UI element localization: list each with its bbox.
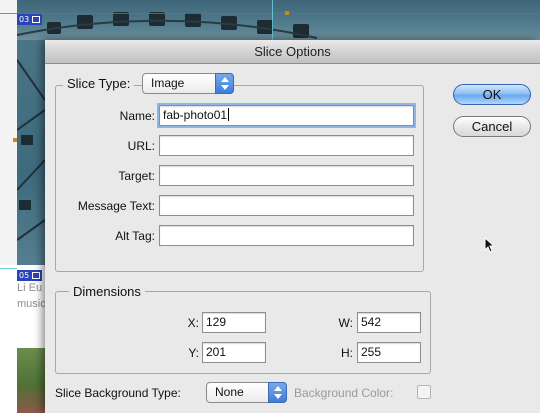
y-label: Y: (188, 346, 199, 360)
w-field[interactable]: 542 (357, 312, 421, 333)
name-field[interactable]: fab-photo01 (159, 105, 414, 126)
slice-handle[interactable] (13, 138, 17, 142)
canvas-margin (0, 0, 17, 265)
background-type-value: None (215, 385, 244, 399)
background-text-line: Li Eu (17, 282, 43, 294)
alt-tag-label: Alt Tag: (115, 229, 155, 243)
slice-number-tag[interactable]: 03 (17, 14, 43, 25)
slice-type-legend: Slice Type: (63, 76, 135, 91)
background-color-swatch[interactable] (417, 385, 431, 399)
slice-guide (272, 0, 273, 40)
h-field[interactable]: 255 (357, 342, 421, 363)
up-down-arrows-icon (268, 382, 287, 403)
y-value: 201 (206, 345, 227, 359)
background-text-line: music (17, 298, 45, 310)
slice-number-tag[interactable]: 05 (17, 270, 43, 281)
image-slice-icon (32, 272, 41, 279)
x-field[interactable]: 129 (202, 312, 266, 333)
slice-number: 05 (19, 271, 30, 280)
background-type-label: Slice Background Type: (55, 386, 181, 400)
y-field[interactable]: 201 (202, 342, 266, 363)
second-photo (17, 348, 45, 413)
image-slice-icon (32, 16, 41, 23)
slice-number: 03 (19, 15, 30, 24)
ferris-wheel-silhouette (16, 12, 318, 39)
dimensions-legend: Dimensions (69, 284, 145, 299)
slice-options-dialog: Slice Options Slice Type: Image Name: fa… (45, 40, 540, 413)
ferris-wheel-photo (16, 0, 540, 40)
text-caret (228, 108, 230, 121)
ferris-wheel-spokes (16, 59, 46, 241)
dialog-title: Slice Options (45, 40, 540, 64)
url-field[interactable] (159, 135, 414, 156)
slice-type-select[interactable]: Image (142, 73, 234, 94)
name-value: fab-photo01 (163, 108, 228, 122)
h-value: 255 (361, 345, 382, 359)
arrow-pointer-icon (484, 237, 494, 253)
ok-label: OK (482, 87, 502, 102)
photo-edge (16, 40, 46, 265)
slice-type-label: Slice Type: (67, 76, 131, 91)
alt-tag-field[interactable] (159, 225, 414, 246)
message-text-label: Message Text: (77, 199, 155, 213)
h-label: H: (341, 346, 353, 360)
cancel-label: Cancel (471, 119, 513, 134)
slice-guide (0, 268, 17, 269)
up-down-arrows-icon (215, 73, 234, 94)
message-text-field[interactable] (159, 195, 414, 216)
ok-button[interactable]: OK (453, 84, 531, 105)
x-value: 129 (206, 315, 227, 329)
background-color-label: Background Color: (294, 386, 394, 400)
cancel-button[interactable]: Cancel (453, 116, 531, 137)
url-label: URL: (127, 139, 155, 153)
w-value: 542 (361, 315, 382, 329)
slice-guide (0, 13, 540, 14)
slice-type-value: Image (151, 76, 185, 90)
background-type-select[interactable]: None (206, 382, 287, 403)
x-label: X: (187, 316, 199, 330)
slice-handle[interactable] (285, 11, 289, 15)
w-label: W: (338, 316, 353, 330)
target-label: Target: (118, 169, 155, 183)
target-field[interactable] (159, 165, 414, 186)
name-label: Name: (119, 109, 155, 123)
